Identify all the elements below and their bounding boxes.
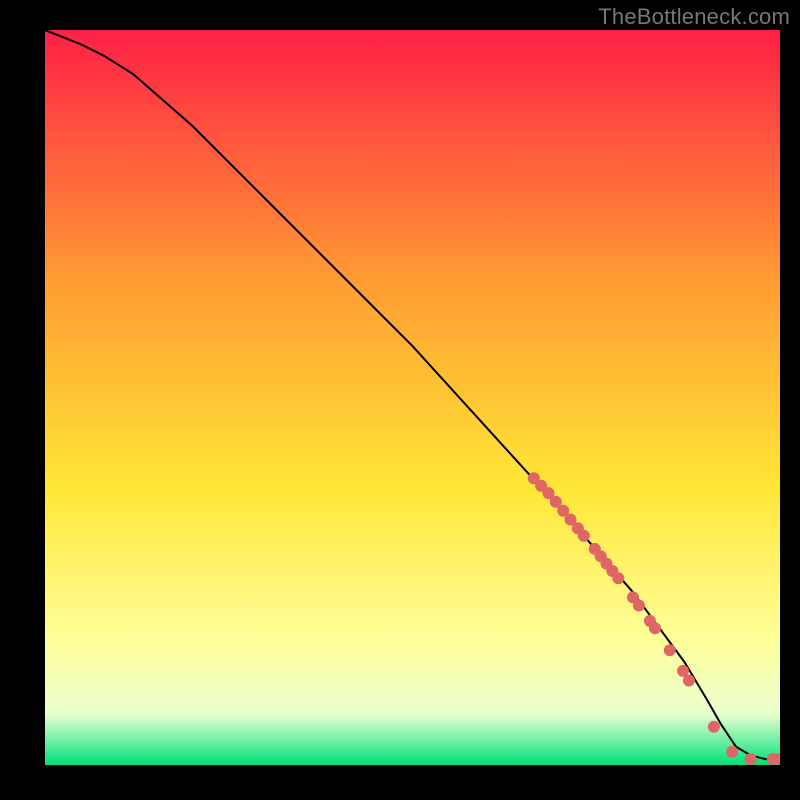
data-marker (649, 622, 661, 634)
data-marker (683, 675, 695, 687)
chart-frame: TheBottleneck.com (0, 0, 800, 800)
data-marker (708, 721, 720, 733)
attribution-text: TheBottleneck.com (598, 4, 790, 30)
data-marker (578, 530, 590, 542)
data-marker (745, 753, 757, 765)
plot-area (45, 30, 780, 765)
data-marker (726, 746, 738, 758)
data-marker (664, 644, 676, 656)
chart-svg (45, 30, 780, 765)
data-marker (633, 600, 645, 612)
data-marker (612, 572, 624, 584)
